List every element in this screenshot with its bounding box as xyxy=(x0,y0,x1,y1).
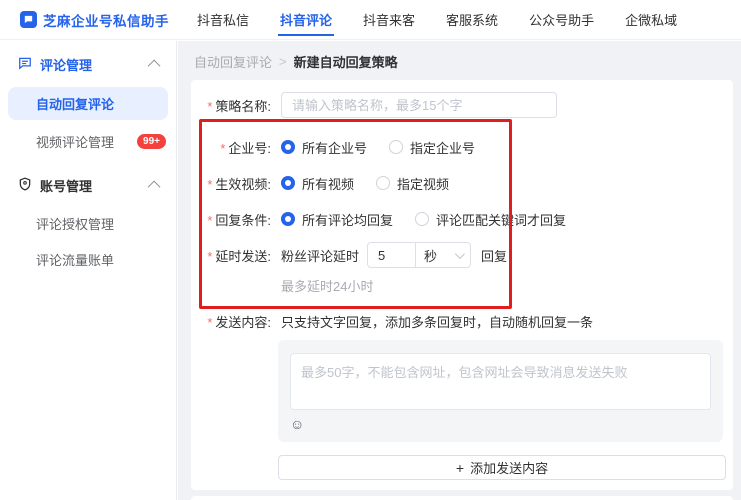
radio-checked-icon xyxy=(281,176,295,190)
delay-prefix-text: 粉丝评论延时 xyxy=(281,246,359,265)
form-row-delay-send: *延时发送: 粉丝评论延时 秒 回复 xyxy=(191,244,733,266)
sidebar-item-video-comment-management[interactable]: 视频评论管理 99+ xyxy=(0,124,176,158)
reply-content-panel: ☺ xyxy=(278,340,723,442)
form-action-bar: 提交 取消 xyxy=(191,496,733,500)
required-mark: * xyxy=(207,315,212,330)
sidebar-group-account-management[interactable]: 账号管理 xyxy=(0,166,176,204)
breadcrumb: 自动回复评论 > 新建自动回复策略 xyxy=(178,41,741,80)
sidebar-item-label: 评论授权管理 xyxy=(36,214,166,233)
tab-official-account-assistant[interactable]: 公众号助手 xyxy=(527,4,596,36)
tab-customer-service[interactable]: 客服系统 xyxy=(444,4,500,36)
emoji-picker-icon[interactable]: ☺ xyxy=(290,416,308,432)
strategy-name-label: *策略名称: xyxy=(191,96,271,115)
radio-checked-icon xyxy=(281,140,295,154)
required-mark: * xyxy=(207,249,212,264)
radio-option-label: 所有评论均回复 xyxy=(302,210,393,229)
radio-specified-videos[interactable]: 指定视频 xyxy=(376,174,449,193)
delay-suffix-text: 回复 xyxy=(481,246,507,265)
radio-all-videos[interactable]: 所有视频 xyxy=(281,174,354,193)
form-row-reply-condition: *回复条件: 所有评论均回复 评论匹配关键词才回复 xyxy=(191,208,733,230)
delay-send-label: *延时发送: xyxy=(191,246,271,265)
form-row-send-content: *发送内容: 只支持文字回复，添加多条回复时，自动随机回复一条 xyxy=(191,310,733,332)
sidebar-item-comment-traffic-bill[interactable]: 评论流量账单 xyxy=(0,242,176,276)
radio-reply-all-comments[interactable]: 所有评论均回复 xyxy=(281,210,393,229)
add-send-content-label: 添加发送内容 xyxy=(470,458,548,477)
tab-douyin-visitor[interactable]: 抖音来客 xyxy=(361,4,417,36)
effective-videos-radio-group: 所有视频 指定视频 xyxy=(281,174,449,193)
unread-count-badge: 99+ xyxy=(137,134,166,149)
delay-unit-select[interactable]: 秒 xyxy=(415,242,471,268)
enterprise-account-radio-group: 所有企业号 指定企业号 xyxy=(281,138,475,157)
required-mark: * xyxy=(207,99,212,114)
app-logo[interactable]: 芝麻企业号私信助手 xyxy=(20,10,169,30)
sidebar-item-label: 自动回复评论 xyxy=(36,94,158,113)
delay-send-controls: 粉丝评论延时 秒 回复 xyxy=(281,242,507,268)
radio-unchecked-icon xyxy=(389,140,403,154)
account-shield-icon xyxy=(18,177,32,194)
radio-specified-enterprise-accounts[interactable]: 指定企业号 xyxy=(389,138,475,157)
chevron-up-icon[interactable] xyxy=(148,180,161,193)
sidebar-group-label: 账号管理 xyxy=(40,176,143,195)
form-row-strategy-name: *策略名称: xyxy=(191,94,733,116)
app-logo-text: 芝麻企业号私信助手 xyxy=(43,10,169,30)
breadcrumb-separator: > xyxy=(279,54,287,69)
radio-all-enterprise-accounts[interactable]: 所有企业号 xyxy=(281,138,367,157)
sidebar-item-auto-reply-comment[interactable]: 自动回复评论 xyxy=(8,87,168,120)
sidebar-item-label: 评论流量账单 xyxy=(36,250,166,269)
main-content: 自动回复评论 > 新建自动回复策略 *策略名称: *企业号: 所有企业号 xyxy=(178,41,741,500)
sidebar: 评论管理 自动回复评论 视频评论管理 99+ 账号管理 评论授权管理 评论流量账… xyxy=(0,41,177,500)
strategy-name-input[interactable] xyxy=(281,92,557,118)
delay-value-input[interactable] xyxy=(367,242,415,268)
app-logo-icon xyxy=(20,11,37,28)
top-header: 芝麻企业号私信助手 抖音私信 抖音评论 抖音来客 客服系统 公众号助手 企微私域 xyxy=(0,0,741,40)
reply-condition-radio-group: 所有评论均回复 评论匹配关键词才回复 xyxy=(281,210,566,229)
radio-unchecked-icon xyxy=(376,176,390,190)
sidebar-item-comment-auth-management[interactable]: 评论授权管理 xyxy=(0,206,176,240)
tab-douyin-private-message[interactable]: 抖音私信 xyxy=(195,4,251,36)
delay-unit-value: 秒 xyxy=(424,246,437,265)
sidebar-group-label: 评论管理 xyxy=(40,55,143,74)
chevron-down-icon xyxy=(455,249,465,259)
enterprise-account-label: *企业号: xyxy=(191,138,271,157)
radio-option-label: 指定企业号 xyxy=(410,138,475,157)
strategy-form-card: *策略名称: *企业号: 所有企业号 指定企业号 xyxy=(191,80,733,490)
radio-option-label: 所有企业号 xyxy=(302,138,367,157)
reply-condition-label: *回复条件: xyxy=(191,210,271,229)
app-window: 芝麻企业号私信助手 抖音私信 抖音评论 抖音来客 客服系统 公众号助手 企微私域… xyxy=(0,0,741,500)
required-mark: * xyxy=(207,213,212,228)
tab-wecom-private-domain[interactable]: 企微私域 xyxy=(623,4,679,36)
radio-checked-icon xyxy=(281,212,295,226)
add-send-content-button[interactable]: + 添加发送内容 xyxy=(278,455,726,480)
radio-option-label: 所有视频 xyxy=(302,174,354,193)
radio-option-label: 指定视频 xyxy=(397,174,449,193)
sidebar-item-label: 视频评论管理 xyxy=(36,132,137,151)
plus-icon: + xyxy=(456,460,464,476)
delay-hint: 最多延时24小时 xyxy=(281,276,733,294)
form-row-effective-videos: *生效视频: 所有视频 指定视频 xyxy=(191,172,733,194)
chevron-up-icon[interactable] xyxy=(148,59,161,72)
comment-icon xyxy=(18,56,32,73)
radio-reply-keyword-match[interactable]: 评论匹配关键词才回复 xyxy=(415,210,566,229)
effective-videos-label: *生效视频: xyxy=(191,174,271,193)
top-nav-tabs: 抖音私信 抖音评论 抖音来客 客服系统 公众号助手 企微私域 xyxy=(195,0,679,40)
form-row-enterprise-account: *企业号: 所有企业号 指定企业号 xyxy=(191,136,733,158)
send-content-description: 只支持文字回复，添加多条回复时，自动随机回复一条 xyxy=(281,312,593,331)
sidebar-group-comment-management[interactable]: 评论管理 xyxy=(0,45,176,83)
radio-unchecked-icon xyxy=(415,212,429,226)
radio-option-label: 评论匹配关键词才回复 xyxy=(436,210,566,229)
breadcrumb-parent-link[interactable]: 自动回复评论 xyxy=(194,52,272,71)
reply-content-textarea[interactable] xyxy=(290,353,711,410)
required-mark: * xyxy=(207,177,212,192)
send-content-label: *发送内容: xyxy=(191,312,271,331)
tab-douyin-comment[interactable]: 抖音评论 xyxy=(278,4,334,36)
breadcrumb-current: 新建自动回复策略 xyxy=(294,52,398,71)
required-mark: * xyxy=(220,141,225,156)
